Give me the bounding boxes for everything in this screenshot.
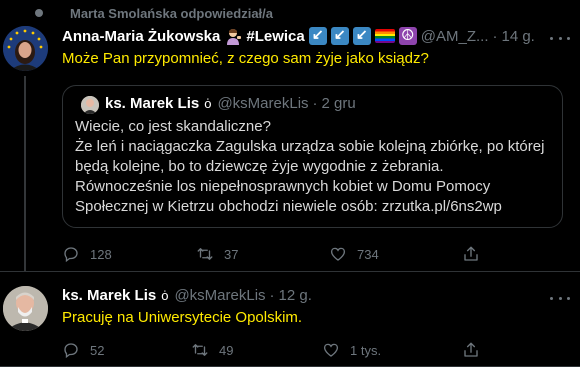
tweet-text: Może Pan przypomnieć, z czego sam żyje j… <box>62 50 429 67</box>
retweet-count: 37 <box>224 246 239 262</box>
quote-text: Wiecie, co jest skandaliczne? Że leń i n… <box>75 117 555 217</box>
tweet-author-row: Anna-Maria Żukowska #Lewica @AM_Z... · 1… <box>62 26 535 45</box>
retweet-icon <box>197 248 213 260</box>
tweet-text: Pracuję na Uniwersytecie Opolskim. <box>62 309 303 326</box>
share-icon <box>464 246 478 261</box>
arrow-down-left-icon <box>330 26 349 45</box>
quote-line: Wiecie, co jest skandaliczne? <box>75 118 271 135</box>
quote-line: Równocześnie los niepełnosprawnych kobie… <box>75 178 491 195</box>
peace-symbol-icon <box>398 26 417 45</box>
quote-line: Że leń i naciągaczka Zagulska urządza so… <box>75 138 545 155</box>
arrow-down-left-icon <box>308 26 327 45</box>
separator-dot: · <box>312 95 318 112</box>
quote-author-handle: @ksMarekLis <box>217 95 309 112</box>
quote-author-row: ks. Marek Lis ȯ @ksMarekLis · 2 gru <box>105 95 356 112</box>
reply-count: 128 <box>90 246 112 262</box>
more-options-icon[interactable] <box>550 295 570 301</box>
author-handle[interactable]: @AM_Z... <box>421 28 489 45</box>
tweet-time[interactable]: 14 g. <box>501 28 534 45</box>
arrow-down-left-icon <box>352 26 371 45</box>
retweet-count: 49 <box>219 342 234 358</box>
verified-glyph-icon: ȯ <box>161 288 169 303</box>
heart-icon <box>323 343 339 357</box>
share-button[interactable] <box>462 245 480 263</box>
more-options-icon[interactable] <box>550 35 570 41</box>
reply-button[interactable]: 52 <box>62 341 104 359</box>
quote-avatar <box>81 96 99 114</box>
like-count: 734 <box>357 246 379 262</box>
tweet-time[interactable]: 12 g. <box>279 287 312 304</box>
quote-time: 2 gru <box>321 95 356 112</box>
tweet-divider <box>0 271 580 272</box>
like-count: 1 tys. <box>350 342 382 358</box>
name-hashtag: #Lewica <box>246 27 305 45</box>
quoted-tweet[interactable]: ks. Marek Lis ȯ @ksMarekLis · 2 gru Wiec… <box>62 85 563 228</box>
thread-connector-line <box>24 76 26 271</box>
author-handle[interactable]: @ksMarekLis <box>174 287 265 304</box>
retweet-button[interactable]: 49 <box>191 341 233 359</box>
reply-context-text[interactable]: Marta Smolańska odpowiedział/a <box>70 6 273 21</box>
quote-line: Społecznej w Kietrzu obchodzi niewiele o… <box>75 198 502 215</box>
heart-icon <box>330 247 346 261</box>
context-dot-icon <box>29 6 51 20</box>
retweet-icon <box>192 344 208 356</box>
quote-line: będą kolejne, bo to dziewczę żyje wygodn… <box>75 158 444 175</box>
share-icon <box>464 342 478 357</box>
reply-icon <box>64 247 78 263</box>
like-button[interactable]: 734 <box>329 245 379 263</box>
retweet-button[interactable]: 37 <box>196 245 238 263</box>
separator-dot: · <box>492 27 498 45</box>
quote-author-name: ks. Marek Lis <box>105 95 200 112</box>
reply-icon <box>64 343 78 359</box>
author-name[interactable]: Anna-Maria Żukowska <box>62 28 220 45</box>
reply-context: Marta Smolańska odpowiedział/a <box>29 4 273 22</box>
like-button[interactable]: 1 tys. <box>322 341 381 359</box>
author-name[interactable]: ks. Marek Lis <box>62 287 156 304</box>
separator-dot: · <box>269 287 275 304</box>
verified-glyph-icon: ȯ <box>204 96 212 111</box>
share-button[interactable] <box>462 341 480 359</box>
avatar[interactable] <box>3 26 48 71</box>
reply-button[interactable]: 128 <box>62 245 112 263</box>
woman-tipping-hand-icon <box>224 27 242 45</box>
avatar[interactable] <box>3 286 48 331</box>
tweet-author-row: ks. Marek Lis ȯ @ksMarekLis · 12 g. <box>62 287 312 304</box>
reply-count: 52 <box>90 342 105 358</box>
rainbow-flag-icon <box>374 29 395 43</box>
